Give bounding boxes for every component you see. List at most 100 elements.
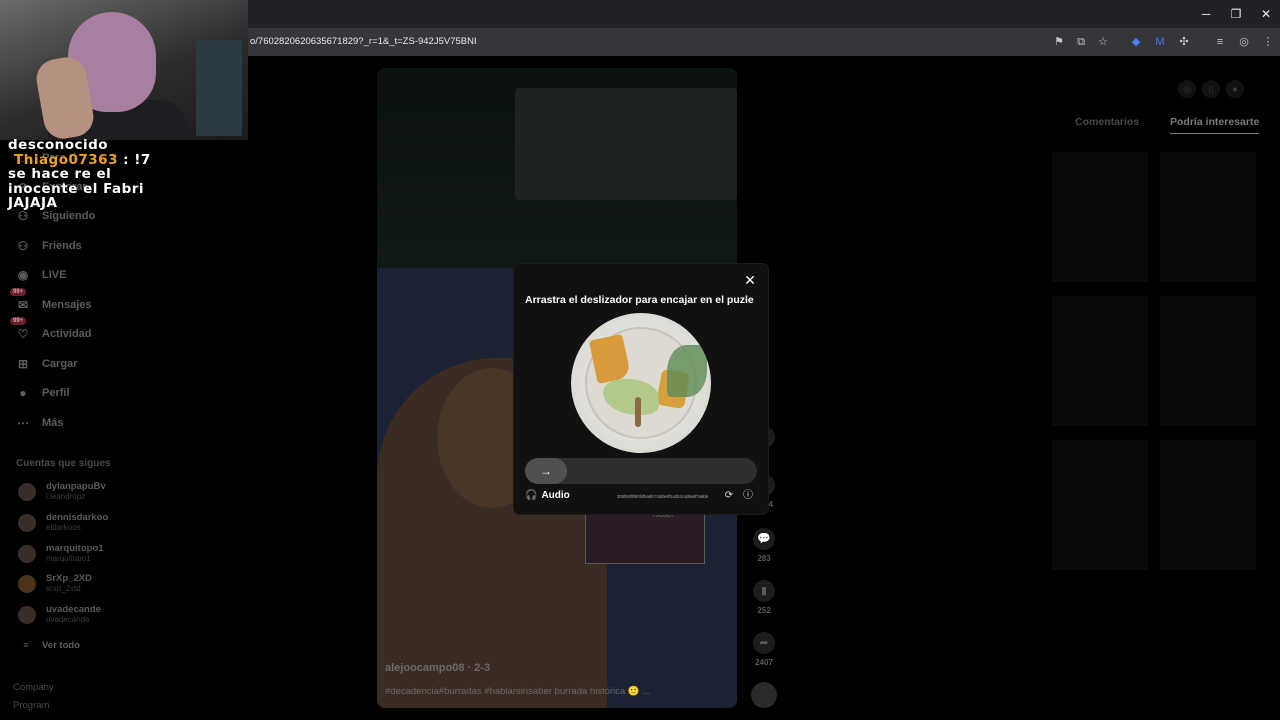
- see-all-link[interactable]: ≡ Ver todo: [20, 633, 80, 657]
- see-all-label: Ver todo: [42, 639, 81, 651]
- comment-button[interactable]: 💬 283: [750, 528, 778, 563]
- user-avatar-icon[interactable]: ●: [1226, 80, 1244, 98]
- following-name: dennisdarkoo: [46, 512, 109, 523]
- share-button[interactable]: ➦ 2407: [750, 632, 778, 667]
- cast-icon[interactable]: ⧉: [1073, 34, 1089, 50]
- upload-icon: ⊞: [17, 357, 29, 371]
- refresh-icon[interactable]: ⟳: [723, 490, 735, 502]
- suggested-video-tile[interactable]: [1160, 152, 1256, 282]
- device-icon[interactable]: ▯: [1202, 80, 1220, 98]
- info-icon[interactable]: ⓘ: [742, 490, 754, 502]
- top-right-icons: ◎ ▯ ●: [1178, 80, 1244, 98]
- share-icon: ➦: [753, 632, 775, 654]
- friends-icon: ⚇: [17, 239, 29, 253]
- nav-perfil[interactable]: ● Perfil: [14, 381, 69, 405]
- captcha-puzzle-image: [571, 313, 711, 453]
- footer-company[interactable]: Company: [13, 682, 54, 693]
- following-name: marquitopo1: [46, 543, 104, 554]
- following-handle: uvadecande: [46, 615, 90, 624]
- bookmark-count: 252: [757, 606, 771, 615]
- suggested-video-tile[interactable]: [1052, 296, 1148, 426]
- more-icon: ⋯: [17, 416, 29, 430]
- captcha-modal: ✕ Arrastra el deslizador para encajar en…: [514, 264, 768, 514]
- nav-label: Actividad: [42, 328, 92, 340]
- following-name: dylanpapuBv: [46, 481, 106, 492]
- avatar: [18, 544, 36, 563]
- captcha-title: Arrastra el deslizador para encajar en e…: [525, 294, 754, 306]
- nav-label: Mensajes: [42, 299, 92, 311]
- nav-label: LIVE: [42, 269, 67, 281]
- chat-line: inocente el Fabri: [8, 180, 145, 197]
- translate-icon[interactable]: ⚑: [1051, 34, 1067, 50]
- nav-live[interactable]: ◉ LIVE: [14, 263, 67, 287]
- following-name: SrXp_2XD: [46, 573, 92, 584]
- comment-count: 283: [757, 554, 771, 563]
- bookmark-icon: ▮: [753, 580, 775, 602]
- coin-icon[interactable]: ◎: [1178, 80, 1196, 98]
- following-item[interactable]: uvadecande uvadecande: [18, 605, 101, 624]
- puzzle-stem-shape: [635, 397, 641, 427]
- list-icon: ≡: [23, 640, 29, 650]
- nav-actividad[interactable]: ♡ 99+ Actividad: [10, 317, 92, 346]
- bookmark-button[interactable]: ▮ 252: [750, 580, 778, 615]
- following-title: Cuentas que sigues: [16, 458, 111, 469]
- webcam-overlay: [0, 0, 248, 140]
- suggested-video-tile[interactable]: [1052, 440, 1148, 570]
- suggested-video-tile[interactable]: [1160, 296, 1256, 426]
- suggested-video-tile[interactable]: [1160, 440, 1256, 570]
- headphones-icon: 🎧: [525, 490, 538, 501]
- captcha-slider-track[interactable]: →: [525, 458, 757, 484]
- captcha-slider-knob[interactable]: →: [525, 458, 567, 484]
- live-icon: ◉: [17, 268, 29, 282]
- chat-line: Thiago07363 : !7: [8, 151, 248, 168]
- menu-icon[interactable]: ⋮: [1260, 34, 1276, 50]
- following-name: uvadecande: [46, 604, 101, 615]
- close-window-button[interactable]: ✕: [1256, 5, 1276, 23]
- avatar: [18, 574, 36, 593]
- avatar: [18, 605, 36, 624]
- puzzle-leaf-shape: [667, 345, 707, 397]
- following-handle: i.leandropz: [46, 492, 86, 501]
- messages-icon: ✉ 99+: [10, 288, 32, 314]
- nav-cargar[interactable]: ⊞ Cargar: [14, 352, 78, 376]
- nav-label: Siguiendo: [42, 210, 96, 222]
- chat-line: se hace re el: [8, 166, 112, 182]
- extension-m-icon[interactable]: M: [1152, 34, 1168, 50]
- chat-message: : !7: [117, 151, 151, 168]
- avatar: [18, 513, 36, 532]
- messages-badge: 99+: [10, 288, 27, 296]
- following-handle: eldarkoos: [46, 523, 81, 532]
- address-bar[interactable]: o/7602820620635671829?_r=1&_t=ZS-942J5V7…: [248, 30, 1128, 54]
- extension-shield-icon[interactable]: ◆: [1128, 34, 1144, 50]
- following-handle: srxp_2xtd: [46, 584, 81, 593]
- media-control-icon[interactable]: ≡: [1212, 34, 1228, 50]
- webcam-background-equipment: [196, 40, 242, 136]
- chat-line: desconocido: [8, 137, 109, 153]
- nav-mensajes[interactable]: ✉ 99+ Mensajes: [10, 288, 92, 317]
- following-item[interactable]: dennisdarkoo eldarkoos: [18, 513, 108, 532]
- minimize-button[interactable]: ─: [1196, 5, 1216, 23]
- bookmark-star-icon[interactable]: ☆: [1095, 34, 1111, 50]
- profile-icon: ●: [19, 386, 27, 400]
- share-count: 2407: [755, 658, 773, 667]
- following-item[interactable]: marquitopo1 marquitopo1: [18, 544, 104, 563]
- nav-friends[interactable]: ⚇ Friends: [14, 234, 82, 258]
- close-icon[interactable]: ✕: [742, 272, 758, 288]
- tab-podria-interesarte[interactable]: Podría interesarte: [1170, 116, 1260, 134]
- restore-button[interactable]: ❐: [1226, 5, 1246, 23]
- sound-disc-button[interactable]: [750, 682, 778, 708]
- suggested-video-tile[interactable]: [1052, 152, 1148, 282]
- video-username[interactable]: alejoocampo08 · 2-3: [385, 662, 490, 674]
- tab-comentarios[interactable]: Comentarios: [1075, 116, 1139, 128]
- profile-icon[interactable]: ◎: [1236, 34, 1252, 50]
- nav-label: Friends: [42, 240, 82, 252]
- footer-program[interactable]: Program: [13, 700, 49, 711]
- audio-button[interactable]: 🎧 Audio: [525, 490, 570, 501]
- video-description: #decadencia#burradas #hablarsinsaber bur…: [385, 686, 651, 697]
- nav-mas[interactable]: ⋯ Más: [14, 411, 63, 435]
- following-item[interactable]: dylanpapuBv i.leandropz: [18, 482, 106, 501]
- sound-disc-icon: [751, 682, 777, 708]
- following-item[interactable]: SrXp_2XD srxp_2xtd: [18, 574, 92, 593]
- video-scene-ac: [515, 88, 737, 200]
- extensions-icon[interactable]: ✣: [1176, 34, 1192, 50]
